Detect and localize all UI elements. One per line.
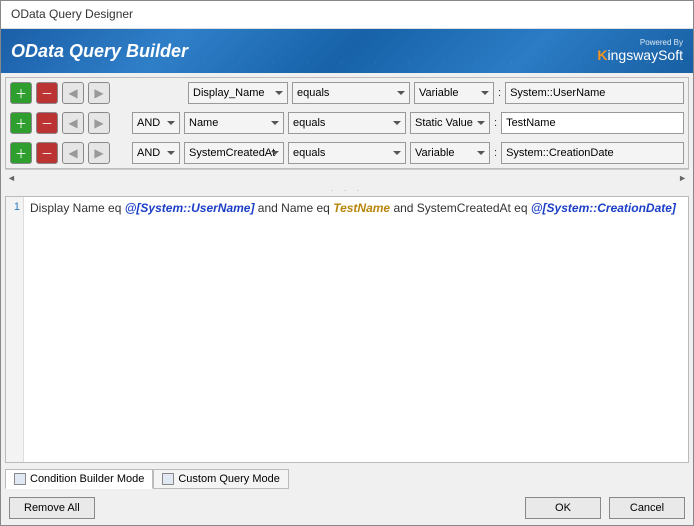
move-left-button: ◀ xyxy=(62,82,84,104)
field-dropdown[interactable]: Display_Name xyxy=(188,82,288,104)
add-condition-button[interactable]: ＋ xyxy=(10,142,32,164)
value-type-dropdown[interactable]: Variable xyxy=(410,142,490,164)
operator-dropdown[interactable]: equals xyxy=(288,142,406,164)
value-type-dropdown[interactable]: Static Value xyxy=(410,112,490,134)
value-input[interactable]: TestName xyxy=(501,112,684,134)
ok-button[interactable]: OK xyxy=(525,497,601,519)
window-title: OData Query Designer xyxy=(1,1,693,29)
move-left-button: ◀ xyxy=(62,112,84,134)
condition-row: ＋－◀▶ ANDSystemCreatedAtequalsVariable: Sys… xyxy=(6,138,688,168)
banner: OData Query Builder Powered By KingswayS… xyxy=(1,29,693,73)
add-condition-button[interactable]: ＋ xyxy=(10,112,32,134)
move-left-button: ◀ xyxy=(62,142,84,164)
operator-dropdown[interactable]: equals xyxy=(292,82,410,104)
move-right-button: ▶ xyxy=(88,112,110,134)
line-gutter: 1 xyxy=(6,197,24,462)
text-token: Display Name eq xyxy=(30,201,125,215)
brand-logo: Powered By KingswaySoft xyxy=(597,39,683,63)
condition-builder: ＋－◀▶Display_NameequalsVariable:System::U… xyxy=(5,77,689,169)
condition-row: ＋－◀▶ ANDNameequalsStatic Value: TestName xyxy=(6,108,688,138)
variable-token: @[System::CreationDate] xyxy=(531,201,676,215)
mode-tabs: Condition Builder Mode Custom Query Mode xyxy=(5,465,689,489)
remove-condition-button[interactable]: － xyxy=(36,142,58,164)
brand-rest: ingswaySoft xyxy=(608,47,683,63)
move-right-button: ▶ xyxy=(88,82,110,104)
remove-condition-button[interactable]: － xyxy=(36,112,58,134)
remove-all-button[interactable]: Remove All xyxy=(9,497,95,519)
splitter-handle[interactable]: · · · xyxy=(1,186,693,195)
text-token: and SystemCreatedAt eq xyxy=(390,201,531,215)
scroll-left-icon[interactable]: ◄ xyxy=(7,173,16,183)
banner-heading: OData Query Builder xyxy=(11,41,188,62)
scroll-right-icon[interactable]: ► xyxy=(678,173,687,183)
operator-dropdown[interactable]: equals xyxy=(288,112,406,134)
horizontal-scrollbar[interactable]: ◄ ► xyxy=(5,169,689,185)
logic-dropdown[interactable]: AND xyxy=(132,112,180,134)
separator: : xyxy=(494,147,497,159)
logic-dropdown[interactable]: AND xyxy=(132,142,180,164)
variable-token: @[System::UserName] xyxy=(125,201,255,215)
value-input: System::UserName xyxy=(505,82,684,104)
move-right-button: ▶ xyxy=(88,142,110,164)
tab-label: Condition Builder Mode xyxy=(30,473,144,485)
document-icon xyxy=(162,473,174,485)
text-token: and Name eq xyxy=(254,201,333,215)
literal-token: TestName xyxy=(333,201,390,215)
separator: : xyxy=(498,87,501,99)
remove-condition-button[interactable]: － xyxy=(36,82,58,104)
field-dropdown[interactable]: SystemCreatedAt xyxy=(184,142,284,164)
condition-row: ＋－◀▶ Display_NameequalsVariable: System::U… xyxy=(6,78,688,108)
query-preview: 1 Display Name eq @[System::UserName] an… xyxy=(5,196,689,463)
value-type-dropdown[interactable]: Variable xyxy=(414,82,494,104)
field-dropdown[interactable]: Name xyxy=(184,112,284,134)
cancel-button[interactable]: Cancel xyxy=(609,497,685,519)
powered-by-label: Powered By xyxy=(597,39,683,48)
query-text: Display Name eq @[System::UserName] and … xyxy=(24,197,688,462)
cursor-icon xyxy=(14,473,26,485)
tab-condition-builder[interactable]: Condition Builder Mode xyxy=(5,469,153,489)
value-input: System::CreationDate xyxy=(501,142,684,164)
brand-k: K xyxy=(597,47,607,63)
add-condition-button[interactable]: ＋ xyxy=(10,82,32,104)
footer: Remove All OK Cancel xyxy=(1,491,693,525)
tab-label: Custom Query Mode xyxy=(178,473,279,485)
separator: : xyxy=(494,117,497,129)
tab-custom-query[interactable]: Custom Query Mode xyxy=(153,469,288,489)
